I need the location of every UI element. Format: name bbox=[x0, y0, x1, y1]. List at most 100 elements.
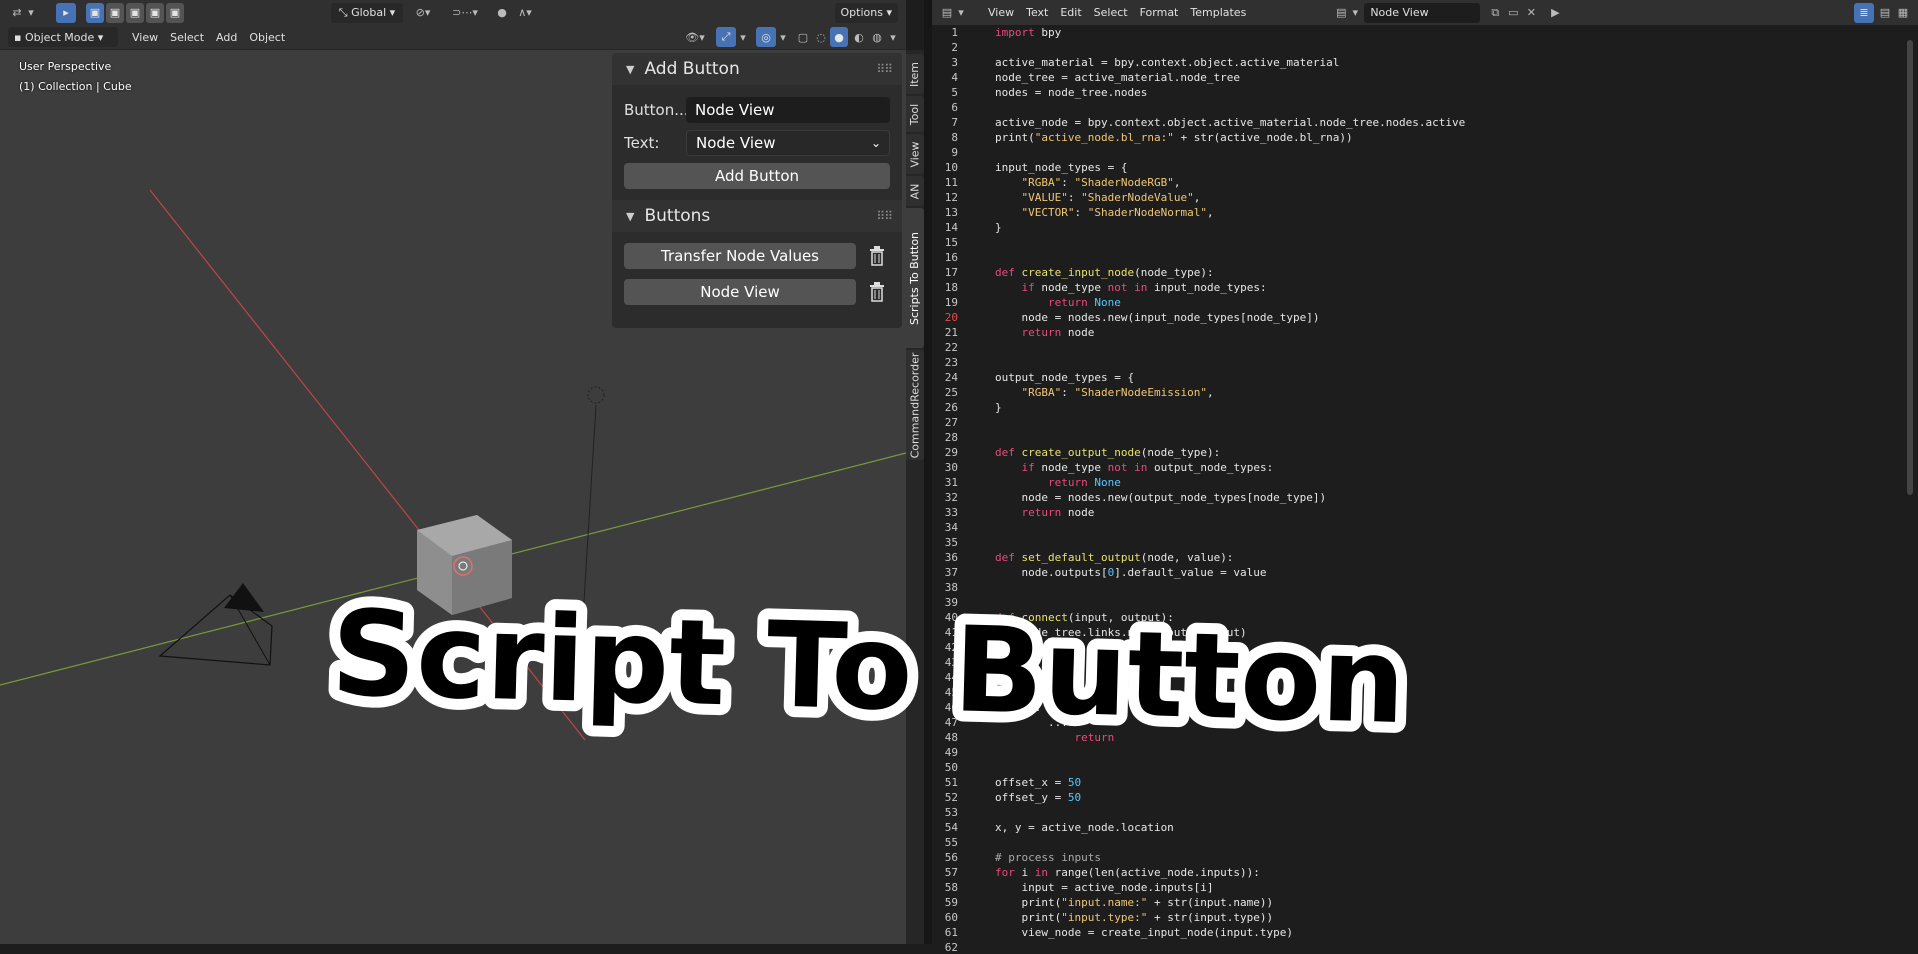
code-line[interactable]: print("input.name:" + str(input.name)) bbox=[995, 896, 1273, 909]
visibility-icon[interactable]: 👁▾ bbox=[680, 27, 710, 47]
menu-object[interactable]: Object bbox=[243, 27, 291, 47]
editor-scrollbar[interactable] bbox=[1907, 40, 1913, 495]
code-line[interactable]: } bbox=[995, 401, 1002, 414]
code-line[interactable]: output_node_types = { bbox=[995, 371, 1134, 384]
xray-icon[interactable]: ▢ bbox=[794, 27, 812, 47]
code-line[interactable]: ... bbox=[995, 716, 1068, 729]
code-line[interactable]: "VECTOR": "ShaderNodeNormal", bbox=[995, 206, 1214, 219]
code-line[interactable]: import bpy bbox=[995, 26, 1061, 39]
proportional-edit-icon[interactable]: ● bbox=[493, 3, 511, 23]
buttons-panel-header[interactable]: ▼ Buttons ⠿⠿ bbox=[612, 200, 902, 232]
menu-select[interactable]: Select bbox=[164, 27, 210, 47]
code-line[interactable]: "VALUE": "ShaderNodeValue", bbox=[995, 191, 1201, 204]
tab-commandrecorder[interactable]: CommandRecorder bbox=[906, 350, 924, 460]
text-editor-type-icon[interactable]: ▤ bbox=[938, 3, 956, 23]
code-line[interactable]: if node_type not in input_node_types: bbox=[995, 281, 1267, 294]
tab-an[interactable]: AN bbox=[906, 176, 924, 206]
tab-view-label: View bbox=[908, 140, 922, 168]
mode-dropdown[interactable]: ▪ Object Mode ▾ bbox=[8, 27, 118, 47]
script-button-transfer-node-values[interactable]: Transfer Node Values bbox=[624, 243, 856, 269]
wireframe-shading-icon[interactable]: ◌ bbox=[812, 27, 830, 47]
light-icon[interactable] bbox=[587, 386, 605, 404]
menu-add[interactable]: Add bbox=[210, 27, 243, 47]
code-line[interactable]: ... bbox=[995, 701, 1041, 714]
code-line[interactable]: "RGBA": "ShaderNodeEmission", bbox=[995, 386, 1214, 399]
rendered-shading-icon[interactable]: ◍ bbox=[868, 27, 886, 47]
chevron-down-icon[interactable]: ▾ bbox=[886, 27, 900, 47]
code-line[interactable]: node_tree.links.new(input, output) bbox=[995, 626, 1246, 639]
transform-orientation-dropdown[interactable]: ⤡ Global ▾ bbox=[331, 2, 403, 23]
code-line[interactable]: input_node_types = { bbox=[995, 161, 1127, 174]
code-line[interactable]: input = active_node.inputs[i] bbox=[995, 881, 1213, 894]
text-dropdown[interactable]: Node View ⌄ bbox=[686, 129, 890, 156]
tab-item[interactable]: Item bbox=[906, 54, 924, 94]
code-line[interactable]: node = nodes.new(output_node_types[node_… bbox=[995, 491, 1326, 504]
tab-scripts-to-button[interactable]: Scripts To Button bbox=[906, 208, 924, 348]
trash-icon[interactable] bbox=[864, 279, 890, 305]
tab-tool[interactable]: Tool bbox=[906, 96, 924, 132]
line-number: 28 bbox=[944, 431, 958, 444]
code-line[interactable]: active_node = bpy.context.object.active_… bbox=[995, 116, 1465, 129]
3d-viewport[interactable]: ⇄ ▾ ▸ ▣ ▣ ▣ ▣ ▣ ⤡ Global ▾ ⊘▾ ⊃⋯▾ ● ∧▾ O… bbox=[0, 0, 906, 944]
trash-icon[interactable] bbox=[864, 243, 890, 269]
text-editor[interactable]: ▤ ▾ View Text Edit Select Format Templat… bbox=[932, 0, 1918, 954]
code-line[interactable]: offset_x = 50 bbox=[995, 776, 1081, 789]
tab-view[interactable]: View bbox=[906, 134, 924, 174]
script-button-node-view[interactable]: Node View bbox=[624, 279, 856, 305]
drag-grip-icon[interactable]: ⠿⠿ bbox=[876, 62, 893, 76]
select-invert-icon[interactable]: ▣ bbox=[146, 2, 164, 23]
code-line[interactable]: nodes = node_tree.nodes bbox=[995, 86, 1147, 99]
material-shading-icon[interactable]: ◐ bbox=[850, 27, 868, 47]
line-number: 43 bbox=[944, 656, 958, 669]
select-intersect-icon[interactable]: ▣ bbox=[166, 2, 184, 23]
code-line[interactable]: def create_input_node(node_type): bbox=[995, 266, 1214, 279]
button-name-field[interactable]: Node View bbox=[686, 96, 890, 123]
overlay-icon[interactable]: ◎ bbox=[756, 27, 776, 47]
code-area[interactable]: import bpy active_material = bpy.context.… bbox=[964, 0, 1904, 944]
options-dropdown[interactable]: Options ▾ bbox=[834, 2, 898, 23]
line-number: 11 bbox=[944, 176, 958, 189]
solid-shading-icon[interactable]: ● bbox=[830, 27, 848, 47]
code-line[interactable]: node = nodes.new(input_node_types[node_t… bbox=[995, 311, 1319, 324]
code-line[interactable]: x, y = active_node.location bbox=[995, 821, 1174, 834]
code-line[interactable]: } bbox=[995, 221, 1002, 234]
code-line[interactable]: ... bbox=[995, 686, 1041, 699]
pivot-icon[interactable]: ⊘▾ bbox=[409, 3, 437, 23]
code-line[interactable]: def connect(input, output): bbox=[995, 611, 1174, 624]
code-line[interactable]: def set_default_output(node, value): bbox=[995, 551, 1233, 564]
code-line[interactable]: return None bbox=[995, 296, 1121, 309]
code-line[interactable]: # process inputs bbox=[995, 851, 1101, 864]
code-line[interactable]: return node bbox=[995, 506, 1095, 519]
code-line[interactable]: if node_type not in output_node_types: bbox=[995, 461, 1274, 474]
code-line[interactable]: active_material = bpy.context.object.act… bbox=[995, 56, 1339, 69]
code-line[interactable]: print("active_node.bl_rna:" + str(active… bbox=[995, 131, 1353, 144]
select-extend-icon[interactable]: ▣ bbox=[106, 2, 124, 23]
drag-grip-icon[interactable]: ⠿⠿ bbox=[876, 209, 893, 223]
editor-type-icon[interactable]: ⇄ bbox=[8, 3, 26, 23]
falloff-icon[interactable]: ∧▾ bbox=[511, 3, 539, 23]
code-line[interactable]: "RGBA": "ShaderNodeRGB", bbox=[995, 176, 1181, 189]
line-number: 53 bbox=[944, 806, 958, 819]
select-subtract-icon[interactable]: ▣ bbox=[126, 2, 144, 23]
menu-view[interactable]: View bbox=[126, 27, 164, 47]
code-line[interactable]: for i in range(len(active_node.inputs)): bbox=[995, 866, 1260, 879]
sidebar-tabs: Item Tool View AN Scripts To Button Comm… bbox=[906, 50, 924, 944]
add-button-panel-header[interactable]: ▼ Add Button ⠿⠿ bbox=[612, 53, 902, 85]
add-button-button[interactable]: Add Button bbox=[624, 162, 890, 189]
code-line[interactable]: def create_output_node(node_type): bbox=[995, 446, 1220, 459]
code-line[interactable]: print("input.type:" + str(input.type)) bbox=[995, 911, 1273, 924]
code-line[interactable]: return node bbox=[995, 326, 1095, 339]
code-line[interactable]: view_node = create_input_node(input.type… bbox=[995, 926, 1293, 939]
code-line[interactable]: node.outputs[0].default_value = value bbox=[995, 566, 1266, 579]
line-number: 22 bbox=[944, 341, 958, 354]
snap-icon[interactable]: ⊃⋯▾ bbox=[447, 3, 483, 23]
gizmo-icon[interactable]: ⤢ bbox=[716, 27, 736, 47]
code-line[interactable]: return bbox=[995, 731, 1114, 744]
select-box-icon[interactable]: ▣ bbox=[86, 2, 104, 23]
collapse-triangle-icon: ▼ bbox=[626, 62, 635, 76]
select-tool-icon[interactable]: ▸ bbox=[56, 2, 76, 23]
code-line[interactable]: def ... bbox=[995, 671, 1041, 684]
code-line[interactable]: return None bbox=[995, 476, 1121, 489]
code-line[interactable]: node_tree = active_material.node_tree bbox=[995, 71, 1240, 84]
code-line[interactable]: offset_y = 50 bbox=[995, 791, 1081, 804]
